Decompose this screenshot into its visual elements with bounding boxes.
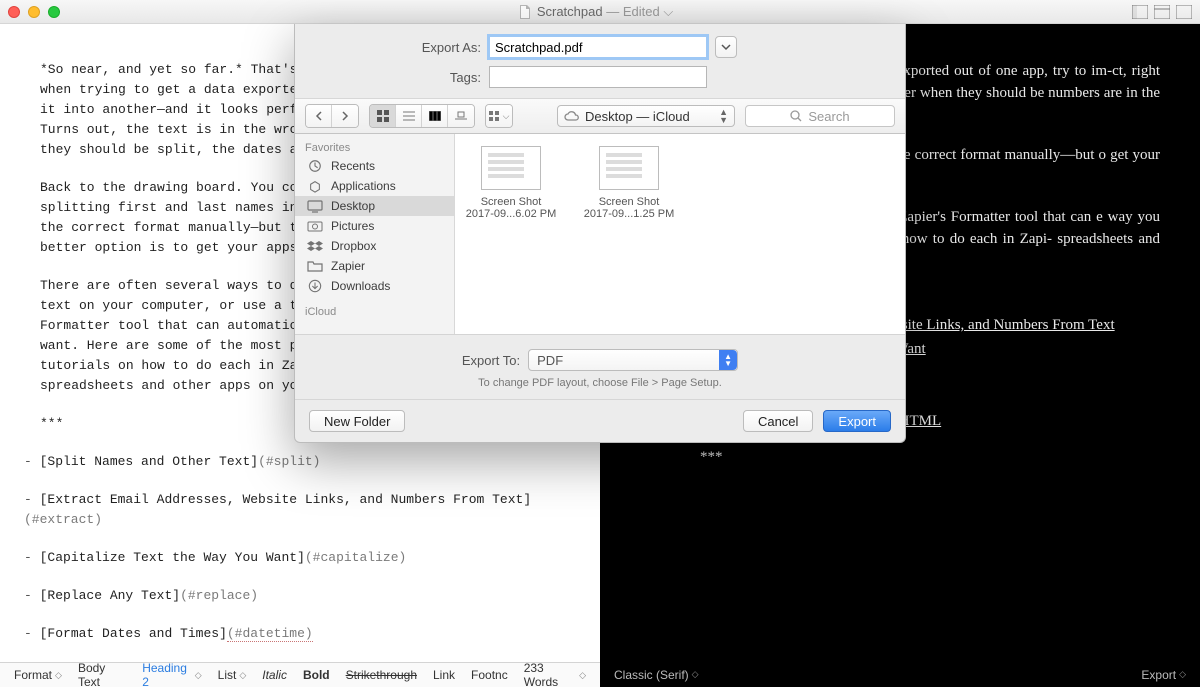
forward-button[interactable] <box>332 105 358 127</box>
sidebar-item-downloads[interactable]: Downloads <box>295 276 454 296</box>
coverflow-icon <box>455 111 467 121</box>
editor-status-left: Format◇ Body Text Heading 2◇ List◇ Itali… <box>0 662 600 687</box>
search-icon <box>790 110 802 122</box>
layout-full-icon[interactable] <box>1176 5 1192 19</box>
chevron-right-icon <box>341 111 349 121</box>
list-item[interactable]: [Extract Email Addresses, Website Links,… <box>24 490 560 530</box>
sidebar-item-dropbox[interactable]: Dropbox <box>295 236 454 256</box>
desktop-icon <box>307 199 323 213</box>
file-browser-toolbar: ⌵ Desktop — iCloud ▲▼ Search <box>295 98 905 134</box>
paragraph-style-heading[interactable]: Heading 2◇ <box>142 661 201 687</box>
list-style-menu[interactable]: List◇ <box>218 668 247 682</box>
sidebar-item-applications[interactable]: Applications <box>295 176 454 196</box>
cancel-button[interactable]: Cancel <box>743 410 813 432</box>
filename-input[interactable] <box>489 36 707 58</box>
window-titlebar: Scratchpad — Edited ⌵ <box>0 0 1200 24</box>
new-folder-button[interactable]: New Folder <box>309 410 405 432</box>
close-window-button[interactable] <box>8 6 20 18</box>
file-thumbnail-icon <box>481 146 541 190</box>
sheet-footer: New Folder Cancel Export <box>295 399 905 442</box>
download-icon <box>307 279 323 293</box>
format-menu[interactable]: Format◇ <box>14 668 62 682</box>
export-button[interactable]: Export ◇ <box>1141 668 1186 682</box>
list-item[interactable]: [Replace Any Text](#replace) <box>24 586 560 606</box>
file-browser-sidebar: Favorites Recents Applications Desktop P… <box>295 134 455 334</box>
cloud-icon <box>564 110 580 122</box>
export-confirm-button[interactable]: Export <box>823 410 891 432</box>
columns-icon <box>429 111 441 121</box>
sidebar-header-favorites: Favorites <box>295 138 454 156</box>
tags-label: Tags: <box>311 70 481 85</box>
nav-back-forward <box>305 104 359 128</box>
preview-style-menu[interactable]: Classic (Serif) ◇ <box>614 668 699 682</box>
link-button[interactable]: Link <box>433 668 455 682</box>
group-by-button[interactable]: ⌵ <box>486 105 512 127</box>
clock-icon <box>307 159 323 173</box>
location-popup[interactable]: Desktop — iCloud ▲▼ <box>557 105 735 127</box>
preview-status-right: Classic (Serif) ◇ Export ◇ <box>600 662 1200 687</box>
coverflow-view-button[interactable] <box>448 105 474 127</box>
file-item[interactable]: Screen Shot 2017-09...1.25 PM <box>583 146 675 220</box>
layout-single-icon[interactable] <box>1154 5 1170 19</box>
export-as-label: Export As: <box>311 40 481 55</box>
back-button[interactable] <box>306 105 332 127</box>
expand-save-dialog-button[interactable] <box>715 36 737 58</box>
sidebar-item-pictures[interactable]: Pictures <box>295 216 454 236</box>
icon-view-button[interactable] <box>370 105 396 127</box>
layout-split-icon[interactable] <box>1132 5 1148 19</box>
tags-input[interactable] <box>489 66 707 88</box>
word-count[interactable]: 233 Words◇ <box>524 661 586 687</box>
list-item[interactable]: [Format Dates and Times](#datetime) <box>24 624 560 644</box>
zoom-window-button[interactable] <box>48 6 60 18</box>
list-item[interactable]: [Split Names and Other Text](#split) <box>24 452 560 472</box>
column-view-button[interactable] <box>422 105 448 127</box>
folder-icon <box>307 259 323 273</box>
export-options: Export To: PDF ▲▼ To change PDF layout, … <box>295 334 905 399</box>
titlebar-view-controls <box>1132 5 1192 19</box>
sidebar-item-desktop[interactable]: Desktop <box>295 196 454 216</box>
document-icon <box>519 5 531 19</box>
list-view-button[interactable] <box>396 105 422 127</box>
export-sheet: Export As: Tags: <box>294 24 906 443</box>
status-toolbar: Format◇ Body Text Heading 2◇ List◇ Itali… <box>0 662 1200 687</box>
grouping-menu[interactable]: ⌵ <box>485 104 513 128</box>
list-item[interactable]: [Capitalize Text the Way You Want](#capi… <box>24 548 560 568</box>
export-to-label: Export To: <box>462 353 520 368</box>
camera-icon <box>307 219 323 233</box>
footnote-button[interactable]: Footnc <box>471 668 508 682</box>
grid-small-icon <box>489 111 501 121</box>
chevron-left-icon <box>315 111 323 121</box>
strikethrough-button[interactable]: Strikethrough <box>346 668 417 682</box>
sidebar-item-zapier[interactable]: Zapier <box>295 256 454 276</box>
chevron-down-icon <box>721 43 731 51</box>
sidebar-item-recents[interactable]: Recents <box>295 156 454 176</box>
search-field[interactable]: Search <box>745 105 895 127</box>
export-format-popup[interactable]: PDF ▲▼ <box>528 349 738 371</box>
window-title[interactable]: Scratchpad — Edited ⌵ <box>60 4 1132 20</box>
separator: *** <box>700 446 1160 468</box>
file-browser: Favorites Recents Applications Desktop P… <box>295 134 905 334</box>
italic-button[interactable]: Italic <box>262 668 287 682</box>
file-item[interactable]: Screen Shot 2017-09...6.02 PM <box>465 146 557 220</box>
list-icon <box>403 111 415 121</box>
minimize-window-button[interactable] <box>28 6 40 18</box>
sidebar-header-icloud: iCloud <box>295 302 454 320</box>
app-icon <box>307 179 323 193</box>
traffic-lights <box>8 6 60 18</box>
view-mode-segmented <box>369 104 475 128</box>
paragraph-style-body[interactable]: Body Text <box>78 661 126 687</box>
dropbox-icon <box>307 239 323 253</box>
grid-icon <box>377 110 389 122</box>
file-grid[interactable]: Screen Shot 2017-09...6.02 PM Screen Sho… <box>455 134 905 334</box>
file-thumbnail-icon <box>599 146 659 190</box>
export-hint: To change PDF layout, choose File > Page… <box>311 377 889 389</box>
bold-button[interactable]: Bold <box>303 668 330 682</box>
